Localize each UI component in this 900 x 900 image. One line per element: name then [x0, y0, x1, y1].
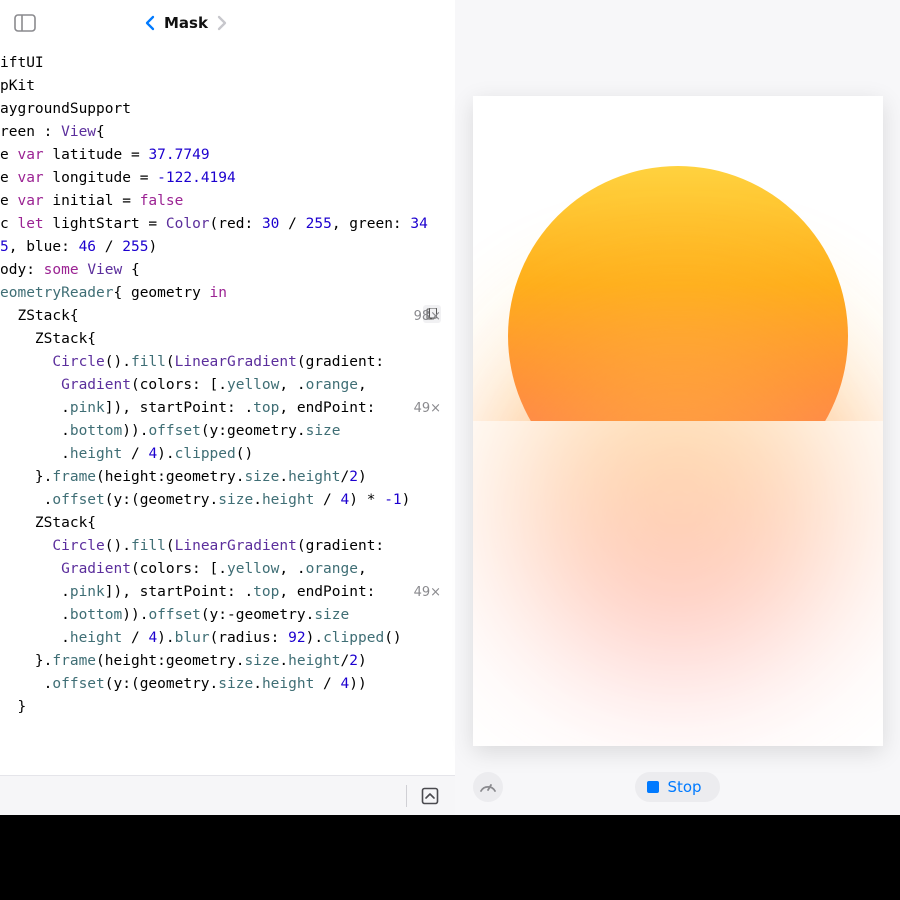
code-line[interactable]: ody: some View { — [0, 259, 455, 282]
stop-icon — [647, 781, 659, 793]
editor-toolbar: Mask — [0, 0, 455, 46]
code-line[interactable]: ZStack{98× — [0, 305, 455, 328]
preview-footer: Stop — [455, 759, 900, 815]
code-line[interactable]: pKit — [0, 75, 455, 98]
code-line[interactable]: }.frame(height:geometry.size.height/2) — [0, 650, 455, 673]
code-line[interactable]: 5, blue: 46 / 255) — [0, 236, 455, 259]
workspace: Mask iftUIpKitaygroundSupportreen : View… — [0, 0, 900, 815]
code-line[interactable]: eometryReader{ geometry in — [0, 282, 455, 305]
preview-pane: Stop — [455, 0, 900, 815]
stop-button[interactable]: Stop — [635, 772, 719, 802]
code-line[interactable]: .bottom)).offset(y:geometry.size — [0, 420, 455, 443]
code-line[interactable]: .pink]), startPoint: .top, endPoint:49× — [0, 397, 455, 420]
code-line[interactable]: ZStack{ — [0, 328, 455, 351]
code-line[interactable]: iftUI — [0, 52, 455, 75]
breadcrumb: Mask — [144, 14, 228, 32]
nav-back-button[interactable] — [144, 14, 156, 32]
performance-gauge-icon[interactable] — [473, 772, 503, 802]
code-line[interactable]: .offset(y:(geometry.size.height / 4) * -… — [0, 489, 455, 512]
execution-count: 98× — [414, 305, 441, 328]
code-line[interactable]: e var latitude = 37.7749 — [0, 144, 455, 167]
code-line[interactable]: .height / 4).blur(radius: 92).clipped() — [0, 627, 455, 650]
code-editor[interactable]: iftUIpKitaygroundSupportreen : View{e va… — [0, 46, 455, 775]
execution-count: 49× — [414, 397, 441, 420]
code-line[interactable]: }.frame(height:geometry.size.height/2) — [0, 466, 455, 489]
editor-footer — [0, 775, 455, 815]
code-line[interactable]: aygroundSupport — [0, 98, 455, 121]
code-line[interactable]: .bottom)).offset(y:-geometry.size — [0, 604, 455, 627]
stop-label: Stop — [667, 778, 701, 796]
code-line[interactable]: .height / 4).clipped() — [0, 443, 455, 466]
code-line[interactable]: Gradient(colors: [.yellow, .orange, — [0, 558, 455, 581]
execution-count: 49× — [414, 581, 441, 604]
page-title: Mask — [164, 14, 208, 32]
sidebar-toggle-icon[interactable] — [14, 14, 36, 32]
code-line[interactable]: reen : View{ — [0, 121, 455, 144]
code-line[interactable]: .offset(y:(geometry.size.height / 4)) — [0, 673, 455, 696]
code-line[interactable]: ZStack{ — [0, 512, 455, 535]
bottom-letterbox — [0, 815, 900, 900]
code-line[interactable]: c let lightStart = Color(red: 30 / 255, … — [0, 213, 455, 236]
code-line[interactable]: e var longitude = -122.4194 — [0, 167, 455, 190]
code-line[interactable]: Circle().fill(LinearGradient(gradient: — [0, 535, 455, 558]
live-preview-canvas — [473, 96, 883, 746]
editor-pane: Mask iftUIpKitaygroundSupportreen : View… — [0, 0, 455, 815]
code-line[interactable]: e var initial = false — [0, 190, 455, 213]
nav-forward-button — [216, 14, 228, 32]
footer-divider — [406, 785, 407, 807]
code-line[interactable]: Circle().fill(LinearGradient(gradient: — [0, 351, 455, 374]
results-toggle-icon[interactable] — [417, 783, 443, 809]
haze-overlay — [473, 421, 883, 746]
code-line[interactable]: .pink]), startPoint: .top, endPoint:49× — [0, 581, 455, 604]
code-line[interactable]: } — [0, 696, 455, 719]
code-line[interactable]: Gradient(colors: [.yellow, .orange, — [0, 374, 455, 397]
canvas-wrap — [455, 0, 900, 759]
